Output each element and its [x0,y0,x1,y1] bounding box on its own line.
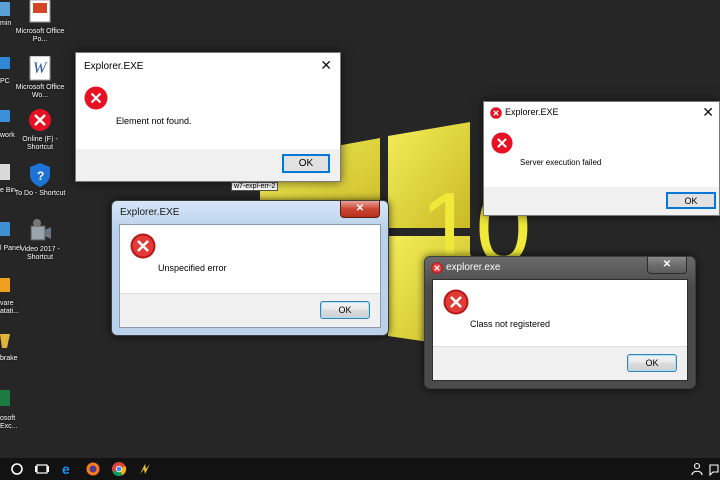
edge-icon[interactable]: e [60,461,76,477]
error-icon [130,233,156,259]
vmware-icon [0,278,10,292]
dialog-server-execution-failed: Explorer.EXE ✕ Server execution failed O… [483,101,720,216]
close-button[interactable]: ✕ [320,57,332,74]
dialog-message: Element not found. [116,116,192,126]
dialog-class-not-registered: explorer.exe ✕ Class not registered OK [424,256,696,389]
error-shortcut-icon [29,109,51,131]
desktop-icon-online-shortcut[interactable]: Online (F) - Shortcut [9,108,71,152]
ok-button[interactable]: OK [282,154,330,173]
dialog-footer: OK [484,187,719,215]
taskbar-thumbnail-label: w7-expl-err-2 [231,182,279,191]
handbrake-icon [0,334,10,348]
close-button[interactable]: ✕ [702,104,714,121]
desktop-icon-label: Microsoft Office Po... [15,28,65,44]
desktop-icon-label: Microsoft Office Wo... [15,84,65,100]
powerpoint-icon [29,0,51,23]
vmware-label-line2: atati... [0,308,20,316]
dialog-footer: OK [433,346,687,380]
shield-icon: ? [30,163,50,187]
start-icon[interactable] [9,461,25,477]
svg-text:e: e [62,461,70,477]
video-icon [30,219,51,241]
firefox-icon[interactable] [85,461,101,477]
desktop-label-handbrake[interactable]: brake [0,355,18,363]
desktop-label-excel[interactable]: osoft Exc... [0,415,18,431]
desktop-icon-label: Online (F) - Shortcut [22,136,58,152]
dialog-title: Explorer.EXE [120,207,180,218]
error-icon [443,289,469,315]
desktop-icon-todo-shortcut[interactable]: ? To Do - Shortcut [9,162,71,198]
close-button[interactable]: ✕ [340,201,380,218]
desktop-icon-label: To Do - Shortcut [14,190,66,197]
ok-button[interactable]: OK [627,354,677,372]
svg-text:W: W [33,60,48,77]
error-title-icon [490,107,502,119]
desktop-icon-label: Video 2017 - Shortcut [20,246,60,262]
dialog-message: Unspecified error [158,263,227,273]
vmware-label-line1: vare [0,300,14,307]
desktop-icon-video-shortcut[interactable]: Video 2017 - Shortcut [9,218,71,262]
close-button[interactable]: ✕ [647,257,687,274]
notification-icon[interactable] [708,461,720,477]
task-view-icon[interactable] [34,461,50,477]
error-icon [84,86,108,110]
dialog-title: explorer.exe [446,262,501,273]
dialog-element-not-found: Explorer.EXE ✕ Element not found. OK [75,52,341,182]
winamp-icon[interactable] [137,461,153,477]
svg-text:?: ? [37,169,44,183]
error-icon [491,132,513,154]
dialog-footer: OK [120,293,380,327]
desktop-icon-powerpoint[interactable]: Microsoft Office Po... [9,0,71,44]
excel-icon [0,390,10,406]
ok-button[interactable]: OK [320,301,370,319]
dialog-title: Explorer.EXE [505,107,559,117]
taskbar: e [0,458,720,480]
error-title-icon [431,262,443,274]
dialog-message: Class not registered [470,319,551,329]
ok-button[interactable]: OK [666,192,716,209]
dialog-title: Explorer.EXE [84,61,144,72]
word-icon: W [29,56,51,81]
dialog-unspecified-error: Explorer.EXE ✕ Unspecified error OK [111,200,389,336]
dialog-message: Server execution failed [520,158,602,167]
dialog-body: Unspecified error OK [119,224,381,328]
chrome-icon[interactable] [111,461,127,477]
desktop-icon-word[interactable]: W Microsoft Office Wo... [9,56,71,100]
people-icon[interactable] [690,461,706,477]
dialog-body: Class not registered OK [432,279,688,381]
desktop-label-vmware[interactable]: vare atati... [0,300,19,316]
excel-label-line1: osoft [0,415,16,422]
dialog-footer: OK [76,149,340,181]
excel-label-line2: Exc... [0,423,18,431]
